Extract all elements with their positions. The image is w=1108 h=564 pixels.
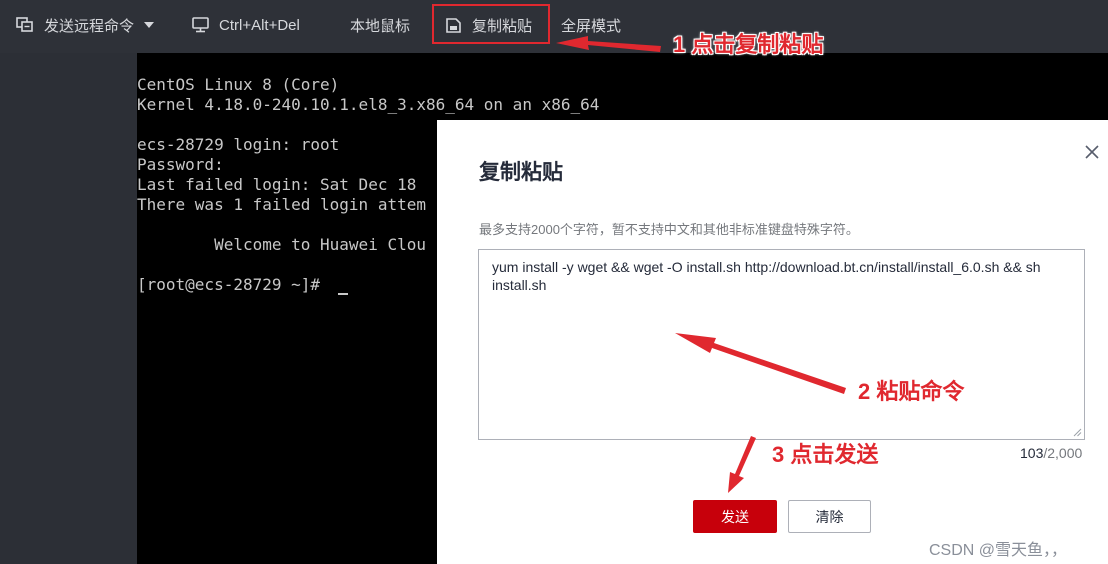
annotation-arrows — [556, 36, 846, 493]
csdn-watermark: CSDN @雪天鱼，， — [929, 542, 1068, 559]
annotation-step-3: 3 点击发送 — [772, 442, 879, 467]
annotation-arrow-3 — [728, 436, 756, 493]
annotation-arrow-2 — [675, 333, 846, 394]
annotation-step-1: 1 点击复制粘贴 — [673, 32, 824, 57]
annotation-step-2: 2 粘贴命令 — [858, 379, 965, 404]
annotation-arrow-1 — [556, 36, 661, 52]
